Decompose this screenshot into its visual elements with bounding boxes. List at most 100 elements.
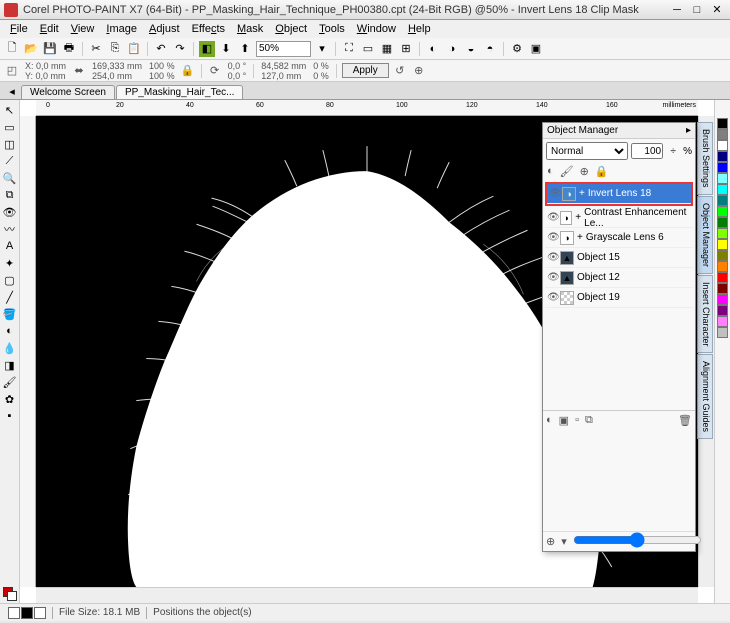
zoom-dropdown-icon[interactable]: ▾ [314,41,330,57]
remove-mask-icon[interactable]: ◓ [482,41,498,57]
horizontal-scrollbar[interactable] [36,587,698,603]
redeye-tool[interactable]: 👁 [2,204,18,220]
height[interactable]: 254,0 mm [92,71,142,81]
palette-swatch[interactable] [717,327,728,338]
visibility-toggle-icon[interactable]: 👁 [547,272,557,283]
launcher-icon[interactable]: ◧ [199,41,215,57]
layer-name[interactable]: Grayscale Lens 6 [586,232,664,243]
palette-swatch[interactable] [717,129,728,140]
text-tool[interactable]: A [2,238,18,254]
vtab-insert-character[interactable]: Insert Character [697,275,713,354]
zoom-tool[interactable]: 🔍 [2,170,18,186]
guides-icon[interactable]: ⊞ [398,41,414,57]
fill-tool[interactable]: 🪣 [2,306,18,322]
lock-transparency-icon[interactable]: ◐ [547,165,554,178]
menu-mask[interactable]: Mask [231,23,269,35]
image-sprayer-tool[interactable]: ✿ [2,391,18,407]
palette-swatch[interactable] [717,206,728,217]
undo-icon[interactable]: ↶ [153,41,169,57]
palette-swatch[interactable] [717,305,728,316]
scale-y[interactable]: 100 % [149,71,175,81]
pick-tool[interactable]: ↖ [2,102,18,118]
palette-swatch[interactable] [717,283,728,294]
more-options-icon[interactable]: ⊕ [411,63,427,79]
eyedropper-tool[interactable]: 💧 [2,340,18,356]
palette-swatch[interactable] [717,118,728,129]
drop-shadow-tool[interactable]: ▪ [2,408,18,424]
center-y[interactable]: 127,0 mm [261,71,306,81]
palette-swatch[interactable] [717,162,728,173]
redo-icon[interactable]: ↷ [172,41,188,57]
combine-icon[interactable]: ⧉ [585,414,593,427]
transparency-tool[interactable]: ◐ [2,323,18,339]
merge-mode-select[interactable]: Normal [546,142,628,160]
palette-swatch[interactable] [717,239,728,250]
thumbnail-size-slider[interactable] [573,535,702,545]
mask-transform-tool[interactable]: ◫ [2,136,18,152]
layer-row[interactable]: 👁 ◑ + Contrast Enhancement Le... [545,208,693,228]
palette-swatch[interactable] [717,228,728,239]
tab-welcome[interactable]: Welcome Screen [21,85,115,99]
color-indicator[interactable] [3,587,17,601]
lock-ratio-icon[interactable]: 🔒 [180,63,196,79]
vtab-alignment-guides[interactable]: Alignment Guides [697,354,713,439]
new-lens-icon[interactable]: ◐ [546,414,553,427]
new-group-icon[interactable]: ⊕ [546,535,555,548]
layer-name[interactable]: Object 15 [577,252,620,263]
grid-icon[interactable]: ▦ [379,41,395,57]
options-icon[interactable]: ▾ [561,535,567,548]
status-swatch-paint[interactable] [21,607,33,619]
clip-mask-plus-icon[interactable]: + [575,212,581,223]
pos-x[interactable]: X: 0,0 mm [25,61,66,71]
menu-image[interactable]: Image [100,23,143,35]
line-tool[interactable]: ╱ [2,289,18,305]
layer-row[interactable]: 👁 Object 19 [545,288,693,308]
width[interactable]: 169,333 mm [92,61,142,71]
palette-swatch[interactable] [717,261,728,272]
import-icon[interactable]: ⬇ [218,41,234,57]
maximize-button[interactable]: □ [688,2,706,18]
visibility-toggle-icon[interactable]: 👁 [547,292,557,303]
menu-adjust[interactable]: Adjust [143,23,186,35]
palette-swatch[interactable] [717,316,728,327]
clip-mask-plus-icon[interactable]: + [577,232,583,243]
layer-name[interactable]: Object 12 [577,272,620,283]
vtab-brush-settings[interactable]: Brush Settings [697,122,713,195]
layer-row[interactable]: 👁 ▲ Object 12 [545,268,693,288]
skew-x[interactable]: 0 % [313,61,329,71]
layer-row[interactable]: 👁 ▲ Object 15 [545,248,693,268]
palette-swatch[interactable] [717,173,728,184]
new-mask-icon[interactable]: ▣ [559,414,569,427]
status-swatch-paper[interactable] [8,607,20,619]
menu-effects[interactable]: Effects [186,23,231,35]
reset-icon[interactable]: ↺ [392,63,408,79]
clone-tool[interactable]: ⧉ [2,187,18,203]
vertical-ruler[interactable] [20,116,36,587]
tab-prev-icon[interactable]: ◂ [4,83,20,99]
invert-mask-icon[interactable]: ◒ [463,41,479,57]
crop-tool[interactable]: ⟋ [2,153,18,169]
skew-y[interactable]: 0 % [313,71,329,81]
paste-icon[interactable]: 📋 [126,41,142,57]
opacity-spinner[interactable]: ÷ [666,146,680,157]
copy-icon[interactable]: ⎘ [107,41,123,57]
visibility-toggle-icon[interactable]: 👁 [549,188,559,199]
visibility-toggle-icon[interactable]: 👁 [547,252,557,263]
background-color[interactable] [7,591,17,601]
menu-view[interactable]: View [65,23,101,35]
tab-document[interactable]: PP_Masking_Hair_Tec... [116,85,244,99]
layer-row[interactable]: 👁 ◑ + Invert Lens 18 [547,184,691,204]
palette-swatch[interactable] [717,140,728,151]
mask-rect-tool[interactable]: ▭ [2,119,18,135]
pos-y[interactable]: Y: 0,0 mm [25,71,66,81]
scale-x[interactable]: 100 % [149,61,175,71]
app-launcher-icon[interactable]: ▣ [528,41,544,57]
fullscreen-icon[interactable]: ⛶ [341,41,357,57]
open-icon[interactable]: 📂 [23,41,39,57]
effect-tool[interactable]: ✦ [2,255,18,271]
menu-edit[interactable]: Edit [34,23,65,35]
print-icon[interactable]: 🖶 [61,41,77,57]
palette-swatch[interactable] [717,195,728,206]
angle2[interactable]: 0,0 ° [228,71,247,81]
lock-pixels-icon[interactable]: 🖌 [560,165,574,178]
